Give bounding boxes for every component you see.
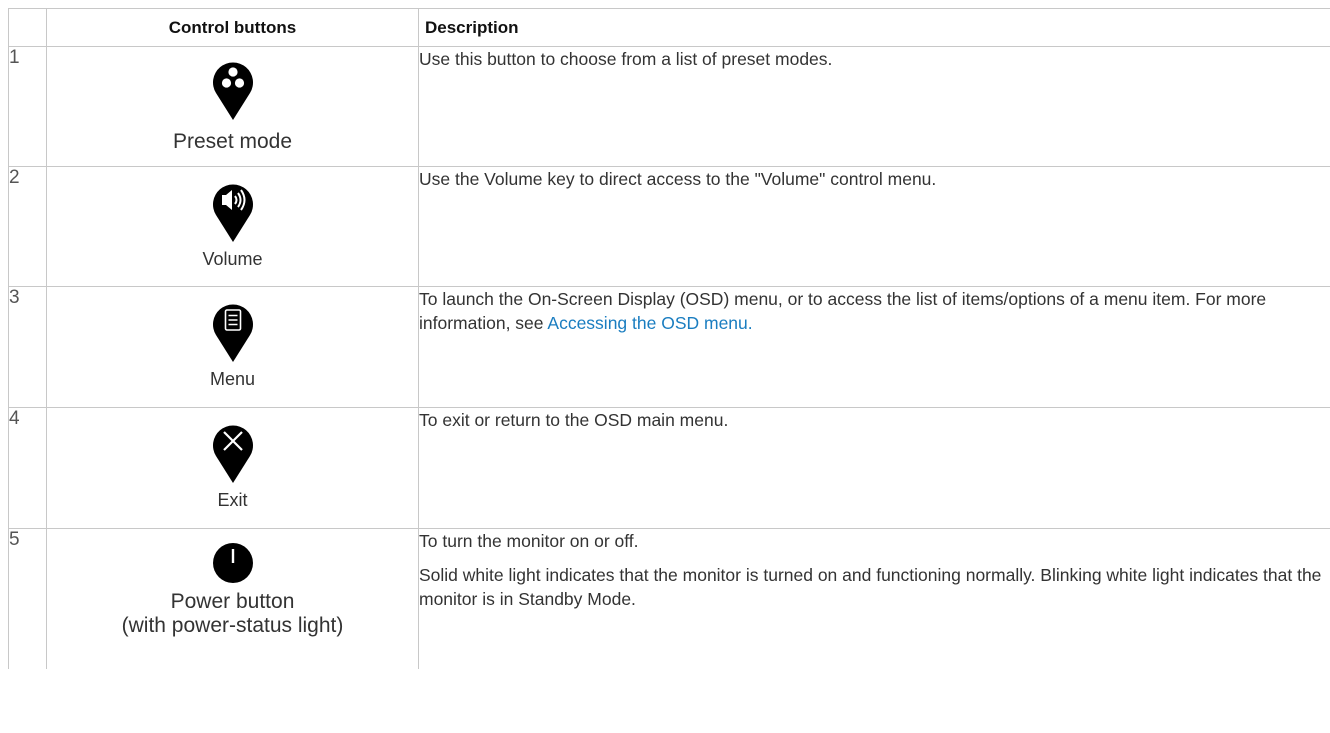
description-text: To launch the On-Screen Display (OSD) me… bbox=[419, 287, 1330, 335]
table-header-row: Control buttons Description bbox=[8, 8, 1330, 47]
description-text: Use the Volume key to direct access to t… bbox=[419, 169, 937, 189]
description-cell: Use this button to choose from a list of… bbox=[418, 46, 1330, 167]
menu-label: Menu bbox=[209, 369, 256, 389]
control-button-cell: Power button (with power-status light) bbox=[46, 528, 419, 669]
description-text: Solid white light indicates that the mon… bbox=[419, 565, 1322, 609]
description-cell: To launch the On-Screen Display (OSD) me… bbox=[418, 286, 1330, 408]
header-description: Description bbox=[418, 8, 1330, 47]
control-button-cell: Menu bbox=[46, 286, 419, 408]
header-control-buttons: Control buttons bbox=[46, 8, 419, 47]
description-text: Use this button to choose from a list of… bbox=[419, 49, 833, 69]
power-status-light-label: (with power-status light) bbox=[121, 614, 344, 637]
row-number: 3 bbox=[8, 286, 47, 408]
description-cell: To turn the monitor on or off. Solid whi… bbox=[418, 528, 1330, 669]
control-button-cell: Preset mode bbox=[46, 46, 419, 167]
table-row: 1 Preset mode Use this button to choose … bbox=[8, 46, 1330, 167]
power-button-label: Power button bbox=[170, 590, 295, 613]
control-button-cell: Exit bbox=[46, 407, 419, 529]
power-icon bbox=[212, 543, 253, 583]
volume-icon bbox=[212, 184, 253, 242]
control-buttons-table: Control buttons Description 1 Preset mod… bbox=[8, 8, 1330, 669]
row-number: 5 bbox=[8, 528, 47, 669]
description-cell: To exit or return to the OSD main menu. bbox=[418, 407, 1330, 529]
exit-icon bbox=[212, 425, 253, 483]
menu-icon bbox=[212, 304, 253, 362]
preset-mode-icon bbox=[212, 62, 253, 120]
table-row: 3 Menu To launch the On-Screen Display (… bbox=[8, 286, 1330, 408]
row-number: 2 bbox=[8, 166, 47, 287]
row-number: 4 bbox=[8, 407, 47, 529]
row-number: 1 bbox=[8, 46, 47, 167]
table-row: 2 Volume Use the Volume key to direct ac… bbox=[8, 166, 1330, 287]
header-number bbox=[8, 8, 47, 47]
description-text: To exit or return to the OSD main menu. bbox=[419, 410, 729, 430]
control-button-cell: Volume bbox=[46, 166, 419, 287]
description-text: To turn the monitor on or off. bbox=[419, 531, 639, 551]
accessing-osd-menu-link[interactable]: Accessing the OSD menu. bbox=[547, 313, 752, 333]
preset-mode-label: Preset mode bbox=[172, 130, 293, 153]
table-row: 5 Power button (with power-status light)… bbox=[8, 528, 1330, 669]
description-cell: Use the Volume key to direct access to t… bbox=[418, 166, 1330, 287]
exit-label: Exit bbox=[217, 490, 248, 510]
volume-label: Volume bbox=[202, 249, 263, 269]
table-row: 4 Exit To exit or return to the OSD main… bbox=[8, 407, 1330, 529]
